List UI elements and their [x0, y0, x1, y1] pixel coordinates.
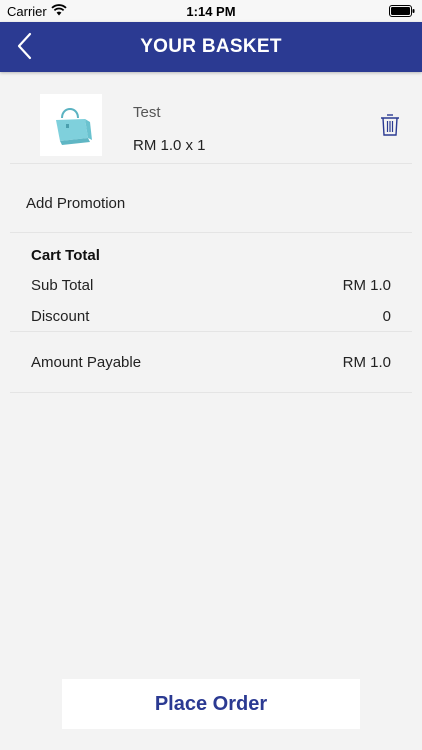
sub-total-label: Sub Total	[31, 277, 94, 294]
amount-payable-value: RM 1.0	[342, 354, 391, 371]
cart-item-row: Test RM 1.0 x 1	[10, 86, 412, 164]
place-order-button[interactable]: Place Order	[62, 679, 360, 729]
product-thumbnail	[40, 94, 102, 156]
cart-total-heading: Cart Total	[31, 247, 100, 264]
discount-label: Discount	[31, 308, 90, 325]
handbag-icon	[56, 108, 92, 145]
header-bar: YOUR BASKET	[0, 22, 422, 72]
battery-icon	[389, 5, 415, 17]
trash-icon[interactable]	[380, 113, 400, 137]
amount-payable-label: Amount Payable	[31, 354, 142, 371]
product-price-quantity: RM 1.0 x 1	[133, 137, 206, 154]
status-time: 1:14 PM	[186, 4, 236, 19]
status-bar: Carrier 1:14 PM	[0, 0, 422, 22]
sub-total-value: RM 1.0	[342, 277, 391, 294]
add-promotion-row[interactable]: Add Promotion	[10, 180, 412, 233]
discount-value: 0	[382, 308, 391, 325]
divider	[10, 392, 412, 393]
page-title: YOUR BASKET	[140, 36, 282, 57]
product-name: Test	[133, 104, 161, 121]
add-promotion-label: Add Promotion	[26, 195, 126, 212]
divider	[10, 331, 412, 332]
